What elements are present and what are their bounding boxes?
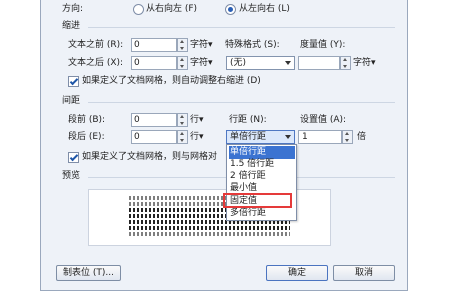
indent-before-unit[interactable]: 字符▾	[190, 39, 213, 51]
space-before-input[interactable]: 0	[131, 113, 177, 127]
indent-after-input[interactable]: 0	[131, 56, 177, 70]
ok-button[interactable]: 确定	[266, 265, 328, 281]
indent-after-label: 文本之后 (X):	[68, 58, 124, 68]
spacing-grid-checkbox[interactable]	[68, 152, 79, 163]
chevron-down-icon	[285, 61, 291, 65]
indent-group-divider	[88, 27, 395, 28]
set-value-spinner[interactable]	[342, 130, 353, 144]
indent-after-unit[interactable]: 字符▾	[190, 57, 213, 69]
cancel-button[interactable]: 取消	[333, 265, 395, 281]
special-format-select[interactable]: (无)	[226, 56, 295, 70]
indent-grid-label: 如果定义了文档网格，则自动调整右缩进 (D)	[82, 76, 261, 86]
space-before-spinner[interactable]	[177, 113, 188, 127]
line-spacing-select[interactable]: 单倍行距	[226, 130, 295, 144]
tabs-button[interactable]: 制表位 (T)...	[56, 265, 121, 281]
measure-unit[interactable]: 字符▾	[353, 57, 376, 69]
space-after-unit[interactable]: 行▾	[190, 131, 204, 143]
set-value-label: 设置值 (A):	[300, 115, 347, 125]
direction-rtl-label: 从右向左 (F)	[146, 4, 198, 14]
direction-label: 方向:	[62, 4, 84, 14]
spacing-group-divider	[88, 102, 395, 103]
direction-ltr-radio[interactable]	[225, 4, 236, 15]
line-spacing-label: 行距 (N):	[229, 115, 267, 125]
space-after-spinner[interactable]	[177, 130, 188, 144]
spacing-grid-label: 如果定义了文档网格，则与网格对	[82, 152, 218, 162]
space-before-label: 段前 (B):	[68, 115, 106, 125]
indent-before-input[interactable]: 0	[131, 38, 177, 52]
indent-grid-checkbox[interactable]	[68, 76, 79, 87]
indent-before-label: 文本之前 (R):	[68, 40, 124, 50]
indent-after-spinner[interactable]	[177, 56, 188, 70]
indent-before-spinner[interactable]	[177, 38, 188, 52]
measure-label: 度量值 (Y):	[300, 40, 346, 50]
measure-spinner[interactable]	[340, 56, 351, 70]
preview-group-title: 预览	[62, 171, 81, 181]
indent-group-title: 缩进	[62, 21, 81, 31]
set-value-input[interactable]: 1	[298, 130, 342, 144]
line-spacing-option-multiple[interactable]: 多倍行距	[229, 207, 295, 220]
direction-rtl-radio[interactable]	[133, 4, 144, 15]
exact-option-highlight	[223, 193, 292, 208]
measure-input[interactable]	[298, 56, 340, 70]
line-spacing-dropdown: 单倍行距 1.5 倍行距 2 倍行距 最小值 固定值 多倍行距	[226, 144, 297, 221]
set-value-unit: 倍	[357, 132, 367, 142]
chevron-down-icon	[285, 135, 291, 139]
direction-ltr-label: 从左向右 (L)	[239, 4, 290, 14]
space-after-input[interactable]: 0	[131, 130, 177, 144]
space-before-unit[interactable]: 行▾	[190, 114, 204, 126]
space-after-label: 段后 (E):	[68, 132, 105, 142]
special-format-label: 特殊格式 (S):	[225, 40, 280, 50]
spacing-group-title: 间距	[62, 96, 81, 106]
